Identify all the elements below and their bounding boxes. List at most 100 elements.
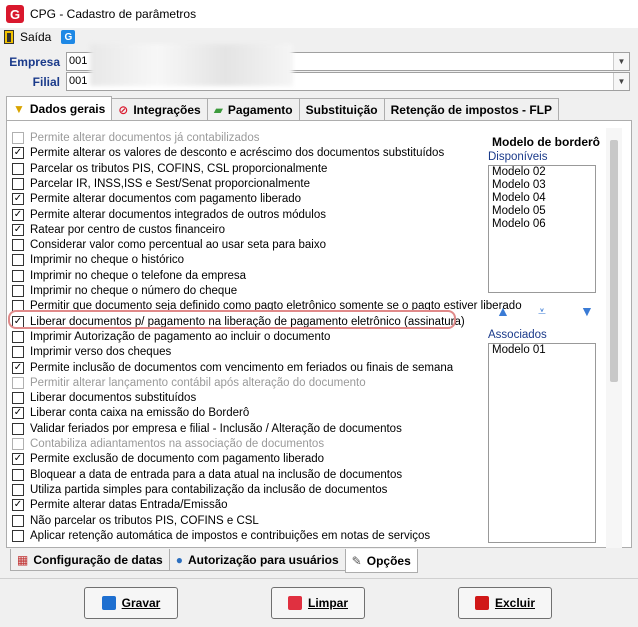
money-icon: ▰: [213, 102, 223, 117]
option-row[interactable]: ✓ Permite exclusão de documento com pagam…: [12, 452, 324, 466]
scrollbar[interactable]: [606, 128, 622, 548]
option-row[interactable]: Utiliza partida simples para contabiliza…: [12, 483, 387, 497]
option-label: Considerar valor como percentual ao usar…: [30, 239, 326, 252]
option-checkbox[interactable]: [12, 529, 24, 542]
option-checkbox[interactable]: [12, 422, 24, 435]
option-checkbox[interactable]: [12, 269, 24, 282]
help-icon[interactable]: G: [61, 30, 76, 44]
divider: [0, 578, 638, 579]
empresa-value: 001: [69, 55, 88, 67]
filial-label: Filial: [32, 75, 60, 89]
tabs-top: ▼ Dados gerais ⊘ Integrações ▰ Pagamento…: [6, 96, 559, 120]
exit-button[interactable]: Saída: [20, 30, 51, 44]
tab-opcoes[interactable]: ✎ Opções: [344, 549, 418, 573]
option-checkbox[interactable]: [12, 177, 24, 190]
chevron-down-icon[interactable]: ▼: [613, 73, 629, 90]
option-row[interactable]: ✓ Permite alterar os valores de desconto …: [12, 146, 444, 160]
move-up-icon[interactable]: ▲: [496, 303, 510, 319]
gravar-button[interactable]: Gravar: [84, 587, 178, 619]
option-row[interactable]: Imprimir no cheque o telefone da empresa: [12, 269, 246, 283]
option-row[interactable]: ✓ Permite alterar documentos com pagament…: [12, 192, 301, 206]
list-item[interactable]: Modelo 01: [489, 344, 595, 357]
option-label: Permite alterar documentos com pagamento…: [30, 193, 302, 206]
option-checkbox[interactable]: [12, 483, 24, 496]
option-label: Imprimir no cheque o histórico: [30, 254, 185, 267]
option-label: Permite exclusão de documento com pagame…: [30, 453, 325, 466]
option-checkbox[interactable]: ✓: [12, 193, 24, 206]
option-checkbox[interactable]: ✓: [12, 407, 24, 420]
move-all-down-icon[interactable]: ⩡: [538, 303, 546, 320]
tab-autorizacao-usuarios[interactable]: ● Autorização para usuários: [168, 549, 346, 571]
option-row[interactable]: ✓ Liberar conta caixa na emissão do Borde…: [12, 406, 249, 420]
option-label: Bloquear a data de entrada para a data a…: [30, 468, 403, 481]
option-checkbox[interactable]: [12, 468, 24, 481]
option-label: Permite inclusão de documentos com venci…: [30, 361, 454, 374]
limpar-button[interactable]: Limpar: [271, 587, 365, 619]
option-checkbox[interactable]: [12, 392, 24, 405]
empresa-label: Empresa: [9, 55, 60, 69]
option-row[interactable]: Não parcelar os tributos PIS, COFINS e C…: [12, 514, 259, 528]
option-checkbox: [12, 438, 24, 450]
option-checkbox[interactable]: [12, 254, 24, 267]
option-checkbox[interactable]: [12, 239, 24, 252]
disponiveis-list[interactable]: Modelo 02 Modelo 03 Modelo 04 Modelo 05 Mode…: [488, 165, 596, 293]
option-checkbox[interactable]: [12, 346, 24, 359]
option-row[interactable]: Validar feriados por empresa e filial - …: [12, 422, 402, 436]
list-item[interactable]: Modelo 06: [489, 218, 595, 231]
option-checkbox[interactable]: [12, 162, 24, 175]
list-item[interactable]: Modelo 02: [489, 166, 595, 179]
list-item[interactable]: Modelo 04: [489, 192, 595, 205]
option-checkbox[interactable]: [12, 330, 24, 343]
option-row[interactable]: Parcelar os tributos PIS, COFINS, CSL pr…: [12, 162, 327, 176]
option-checkbox[interactable]: ✓: [12, 361, 24, 374]
option-row[interactable]: ✓ Ratear por centro de custos financeiro: [12, 223, 225, 237]
tab-retencao-impostos[interactable]: Retenção de impostos - FLP: [383, 98, 559, 120]
option-row[interactable]: Considerar valor como percentual ao usar…: [12, 238, 326, 252]
option-row[interactable]: ✓ Permite alterar datas Entrada/Emissão: [12, 498, 228, 512]
option-checkbox[interactable]: ✓: [12, 208, 24, 221]
option-label: Permitir alterar lançamento contábil apó…: [30, 376, 366, 389]
list-item[interactable]: Modelo 03: [489, 179, 595, 192]
option-checkbox[interactable]: [12, 514, 24, 527]
trash-icon: [474, 596, 489, 610]
tab-substituicao[interactable]: Substituição: [298, 98, 385, 120]
option-row[interactable]: Imprimir no cheque o número do cheque: [12, 284, 237, 298]
tab-dados-gerais[interactable]: ▼ Dados gerais: [6, 96, 113, 120]
option-row: Permitir alterar lançamento contábil apó…: [12, 376, 366, 390]
option-row[interactable]: Aplicar retenção automática de impostos …: [12, 529, 430, 543]
associados-list[interactable]: Modelo 01: [488, 343, 596, 543]
chevron-down-icon[interactable]: ▼: [613, 53, 629, 70]
option-label: Aplicar retenção automática de impostos …: [30, 529, 431, 542]
option-row[interactable]: Imprimir Autorização de pagamento ao inc…: [12, 330, 330, 344]
excluir-button[interactable]: Excluir: [458, 587, 552, 619]
exit-door-icon[interactable]: [4, 30, 14, 44]
tab-configuracao-datas[interactable]: ▦ Configuração de datas: [10, 549, 170, 571]
list-item[interactable]: Modelo 05: [489, 205, 595, 218]
redacted-area: [90, 44, 293, 86]
option-checkbox[interactable]: ✓: [12, 453, 24, 466]
option-checkbox[interactable]: ✓: [12, 499, 24, 512]
option-row[interactable]: Parcelar IR, INSS,ISS e Sest/Senat propo…: [12, 177, 310, 191]
modelo-bordero-box: Modelo de borderô Disponíveis Modelo 02 M…: [484, 135, 604, 545]
option-label: Permite alterar os valores de desconto e…: [30, 147, 445, 160]
option-row[interactable]: ✓ Permite inclusão de documentos com venc…: [12, 361, 453, 375]
move-down-icon[interactable]: ▼: [580, 303, 594, 319]
window-title: CPG - Cadastro de parâmetros: [30, 7, 197, 21]
option-row[interactable]: Liberar documentos substituídos: [12, 391, 196, 405]
option-row[interactable]: Imprimir verso dos cheques: [12, 345, 171, 359]
option-label: Parcelar IR, INSS,ISS e Sest/Senat propo…: [30, 177, 310, 190]
scrollbar-thumb[interactable]: [610, 140, 618, 382]
tab-pagamento[interactable]: ▰ Pagamento: [206, 98, 300, 120]
option-label: Imprimir no cheque o número do cheque: [30, 285, 238, 297]
save-icon: [101, 596, 116, 610]
option-label: Liberar documentos substituídos: [30, 392, 197, 405]
option-row[interactable]: Imprimir no cheque o histórico: [12, 253, 184, 267]
tab-integracoes[interactable]: ⊘ Integrações: [111, 98, 208, 120]
option-row[interactable]: Bloquear a data de entrada para a data a…: [12, 468, 402, 482]
option-checkbox[interactable]: ✓: [12, 147, 24, 160]
option-label: Utiliza partida simples para contabiliza…: [30, 483, 388, 496]
option-checkbox[interactable]: [12, 285, 24, 297]
option-row[interactable]: ✓ Permite alterar documentos integrados d…: [12, 208, 326, 222]
user-icon: ●: [175, 552, 183, 567]
option-checkbox[interactable]: ✓: [12, 223, 24, 236]
